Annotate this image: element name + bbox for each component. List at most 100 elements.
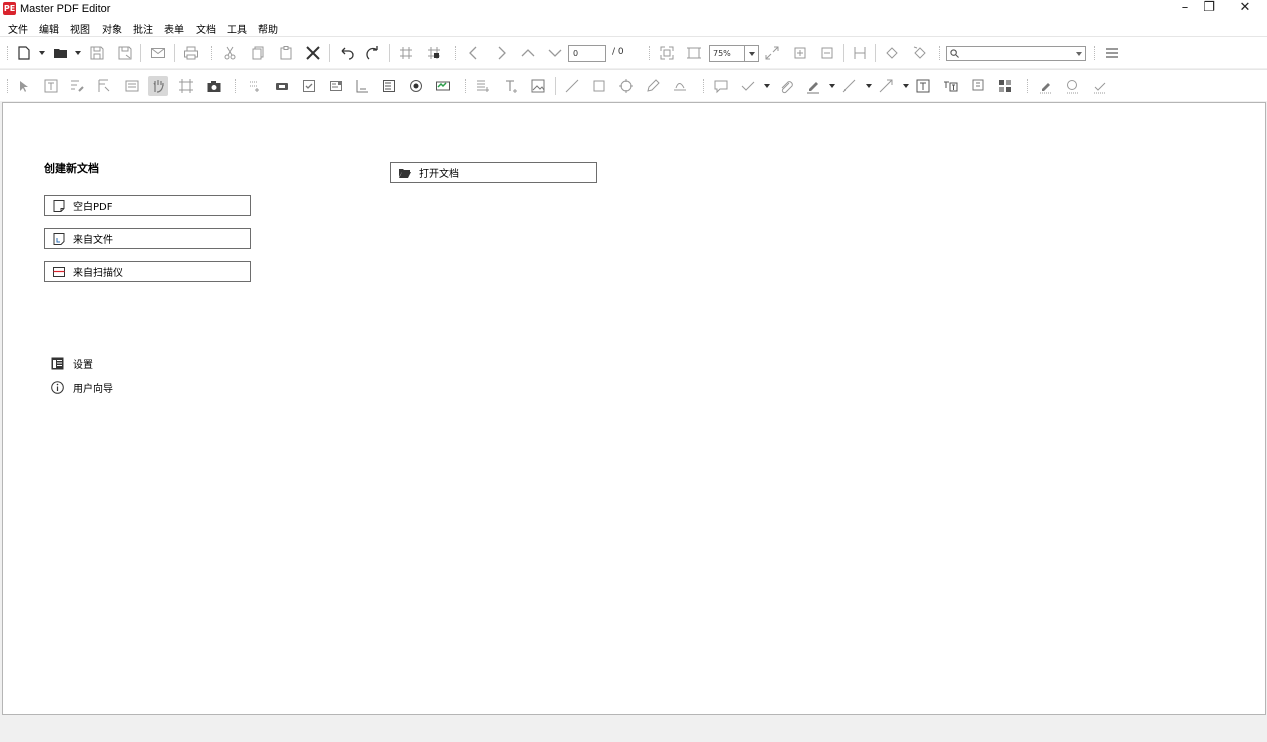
file-import-icon [53, 232, 65, 245]
ellipse-tool-icon[interactable] [616, 76, 636, 96]
new-dropdown-arrow[interactable] [39, 51, 45, 55]
checkbox-icon[interactable] [299, 76, 319, 96]
menu-edit[interactable]: 编辑 [39, 21, 59, 36]
snap-grid-icon[interactable] [424, 43, 444, 63]
measure-area-icon[interactable] [995, 76, 1015, 96]
menu-object[interactable]: 对象 [102, 21, 122, 36]
redo-icon[interactable] [363, 43, 383, 63]
from-scanner-label: 来自扫描仪 [73, 268, 123, 279]
first-page-icon[interactable] [518, 43, 538, 63]
select-arrow-icon[interactable] [13, 76, 33, 96]
eraser-icon[interactable] [1036, 76, 1056, 96]
user-guide-label: 用户向导 [73, 383, 113, 395]
save-as-icon[interactable] [115, 43, 135, 63]
textbox-annotation-icon[interactable] [913, 76, 933, 96]
open-dropdown-arrow[interactable] [75, 51, 81, 55]
line-tool-icon[interactable] [562, 76, 582, 96]
add-text-icon[interactable] [501, 76, 521, 96]
attachment-icon[interactable] [776, 76, 796, 96]
edit-form-icon[interactable] [94, 76, 114, 96]
user-guide-link[interactable]: 用户向导 [51, 379, 113, 395]
note-comment-icon[interactable] [711, 76, 731, 96]
cut-icon[interactable] [220, 43, 240, 63]
blank-pdf-label: 空白PDF [73, 202, 113, 213]
from-file-button[interactable]: 来自文件 [44, 228, 251, 249]
push-button-icon[interactable] [272, 76, 292, 96]
menu-hamburger-icon[interactable] [1102, 43, 1122, 63]
settings-icon [51, 357, 64, 369]
email-icon[interactable] [148, 43, 168, 63]
approve-check-icon[interactable] [1090, 76, 1110, 96]
copy-icon[interactable] [248, 43, 268, 63]
prev-page-icon[interactable] [464, 43, 484, 63]
stamp-tool-icon[interactable] [670, 76, 690, 96]
zoom-out-icon[interactable] [817, 43, 837, 63]
measure-icon[interactable] [850, 43, 870, 63]
toolbar-grip[interactable] [7, 46, 9, 60]
undo-icon[interactable] [337, 43, 357, 63]
restore-button[interactable]: ❐ [1194, 0, 1224, 18]
paste-icon[interactable] [276, 43, 296, 63]
settings-label: 设置 [73, 359, 93, 371]
menu-document[interactable]: 文档 [196, 21, 216, 36]
new-document-icon[interactable] [14, 43, 34, 63]
grid-icon[interactable] [396, 43, 416, 63]
menu-comment[interactable]: 批注 [133, 21, 153, 36]
edit-text-icon[interactable] [41, 76, 61, 96]
print-icon[interactable] [181, 43, 201, 63]
window-title: Master PDF Editor [20, 3, 111, 15]
edit-object-icon[interactable] [67, 76, 87, 96]
search-dropdown-arrow[interactable] [1076, 52, 1082, 56]
add-text-block-icon[interactable] [473, 76, 493, 96]
checkmark-icon[interactable] [738, 76, 758, 96]
radio-button-icon[interactable] [406, 76, 426, 96]
search-input[interactable] [961, 47, 1069, 60]
rectangle-tool-icon[interactable] [589, 76, 609, 96]
menu-file[interactable]: 文件 [8, 21, 28, 36]
page-number-input[interactable]: 0 [568, 45, 606, 62]
open-document-button[interactable]: 打开文档 [390, 162, 597, 183]
add-button-field-icon[interactable] [244, 76, 264, 96]
callout-icon[interactable] [968, 76, 988, 96]
fit-width-icon[interactable] [657, 43, 677, 63]
open-folder-icon[interactable] [51, 43, 71, 63]
save-icon[interactable] [87, 43, 107, 63]
from-scanner-button[interactable]: 来自扫描仪 [44, 261, 251, 282]
blank-pdf-button[interactable]: 空白PDF [44, 195, 251, 216]
search-field[interactable] [946, 46, 1086, 61]
actual-size-icon[interactable] [762, 43, 782, 63]
next-page-icon[interactable] [491, 43, 511, 63]
hand-tool-icon[interactable] [148, 76, 168, 96]
rotate-left-icon[interactable] [882, 43, 902, 63]
signature-field-icon[interactable] [433, 76, 453, 96]
pencil-tool-icon[interactable] [643, 76, 663, 96]
combo-box-icon[interactable] [326, 76, 346, 96]
delete-icon[interactable] [303, 43, 323, 63]
menu-help[interactable]: 帮助 [258, 21, 278, 36]
list-box-icon[interactable] [379, 76, 399, 96]
line-annotation-icon[interactable] [839, 76, 859, 96]
page-total-label: / 0 [612, 47, 624, 57]
rotate-right-icon[interactable] [910, 43, 930, 63]
add-image-icon[interactable] [528, 76, 548, 96]
zoom-dropdown-arrow[interactable] [744, 46, 758, 61]
highlight-icon[interactable] [803, 76, 823, 96]
menu-view[interactable]: 视图 [70, 21, 90, 36]
find-annotation-icon[interactable] [1063, 76, 1083, 96]
arrow-annotation-icon[interactable] [876, 76, 896, 96]
typewriter-icon[interactable] [941, 76, 961, 96]
fit-page-icon[interactable] [684, 43, 704, 63]
form-field-icon[interactable] [122, 76, 142, 96]
text-field-icon[interactable] [352, 76, 372, 96]
crop-icon[interactable] [176, 76, 196, 96]
menu-tools[interactable]: 工具 [227, 21, 247, 36]
scanner-icon [53, 266, 65, 277]
zoom-in-icon[interactable] [790, 43, 810, 63]
app-logo-icon: PE [3, 2, 16, 15]
settings-link[interactable]: 设置 [51, 355, 93, 371]
zoom-select[interactable]: 75% [709, 45, 759, 62]
menu-form[interactable]: 表单 [164, 21, 184, 36]
snapshot-camera-icon[interactable] [204, 76, 224, 96]
last-page-icon[interactable] [545, 43, 565, 63]
close-button[interactable]: ✕ [1230, 0, 1260, 18]
